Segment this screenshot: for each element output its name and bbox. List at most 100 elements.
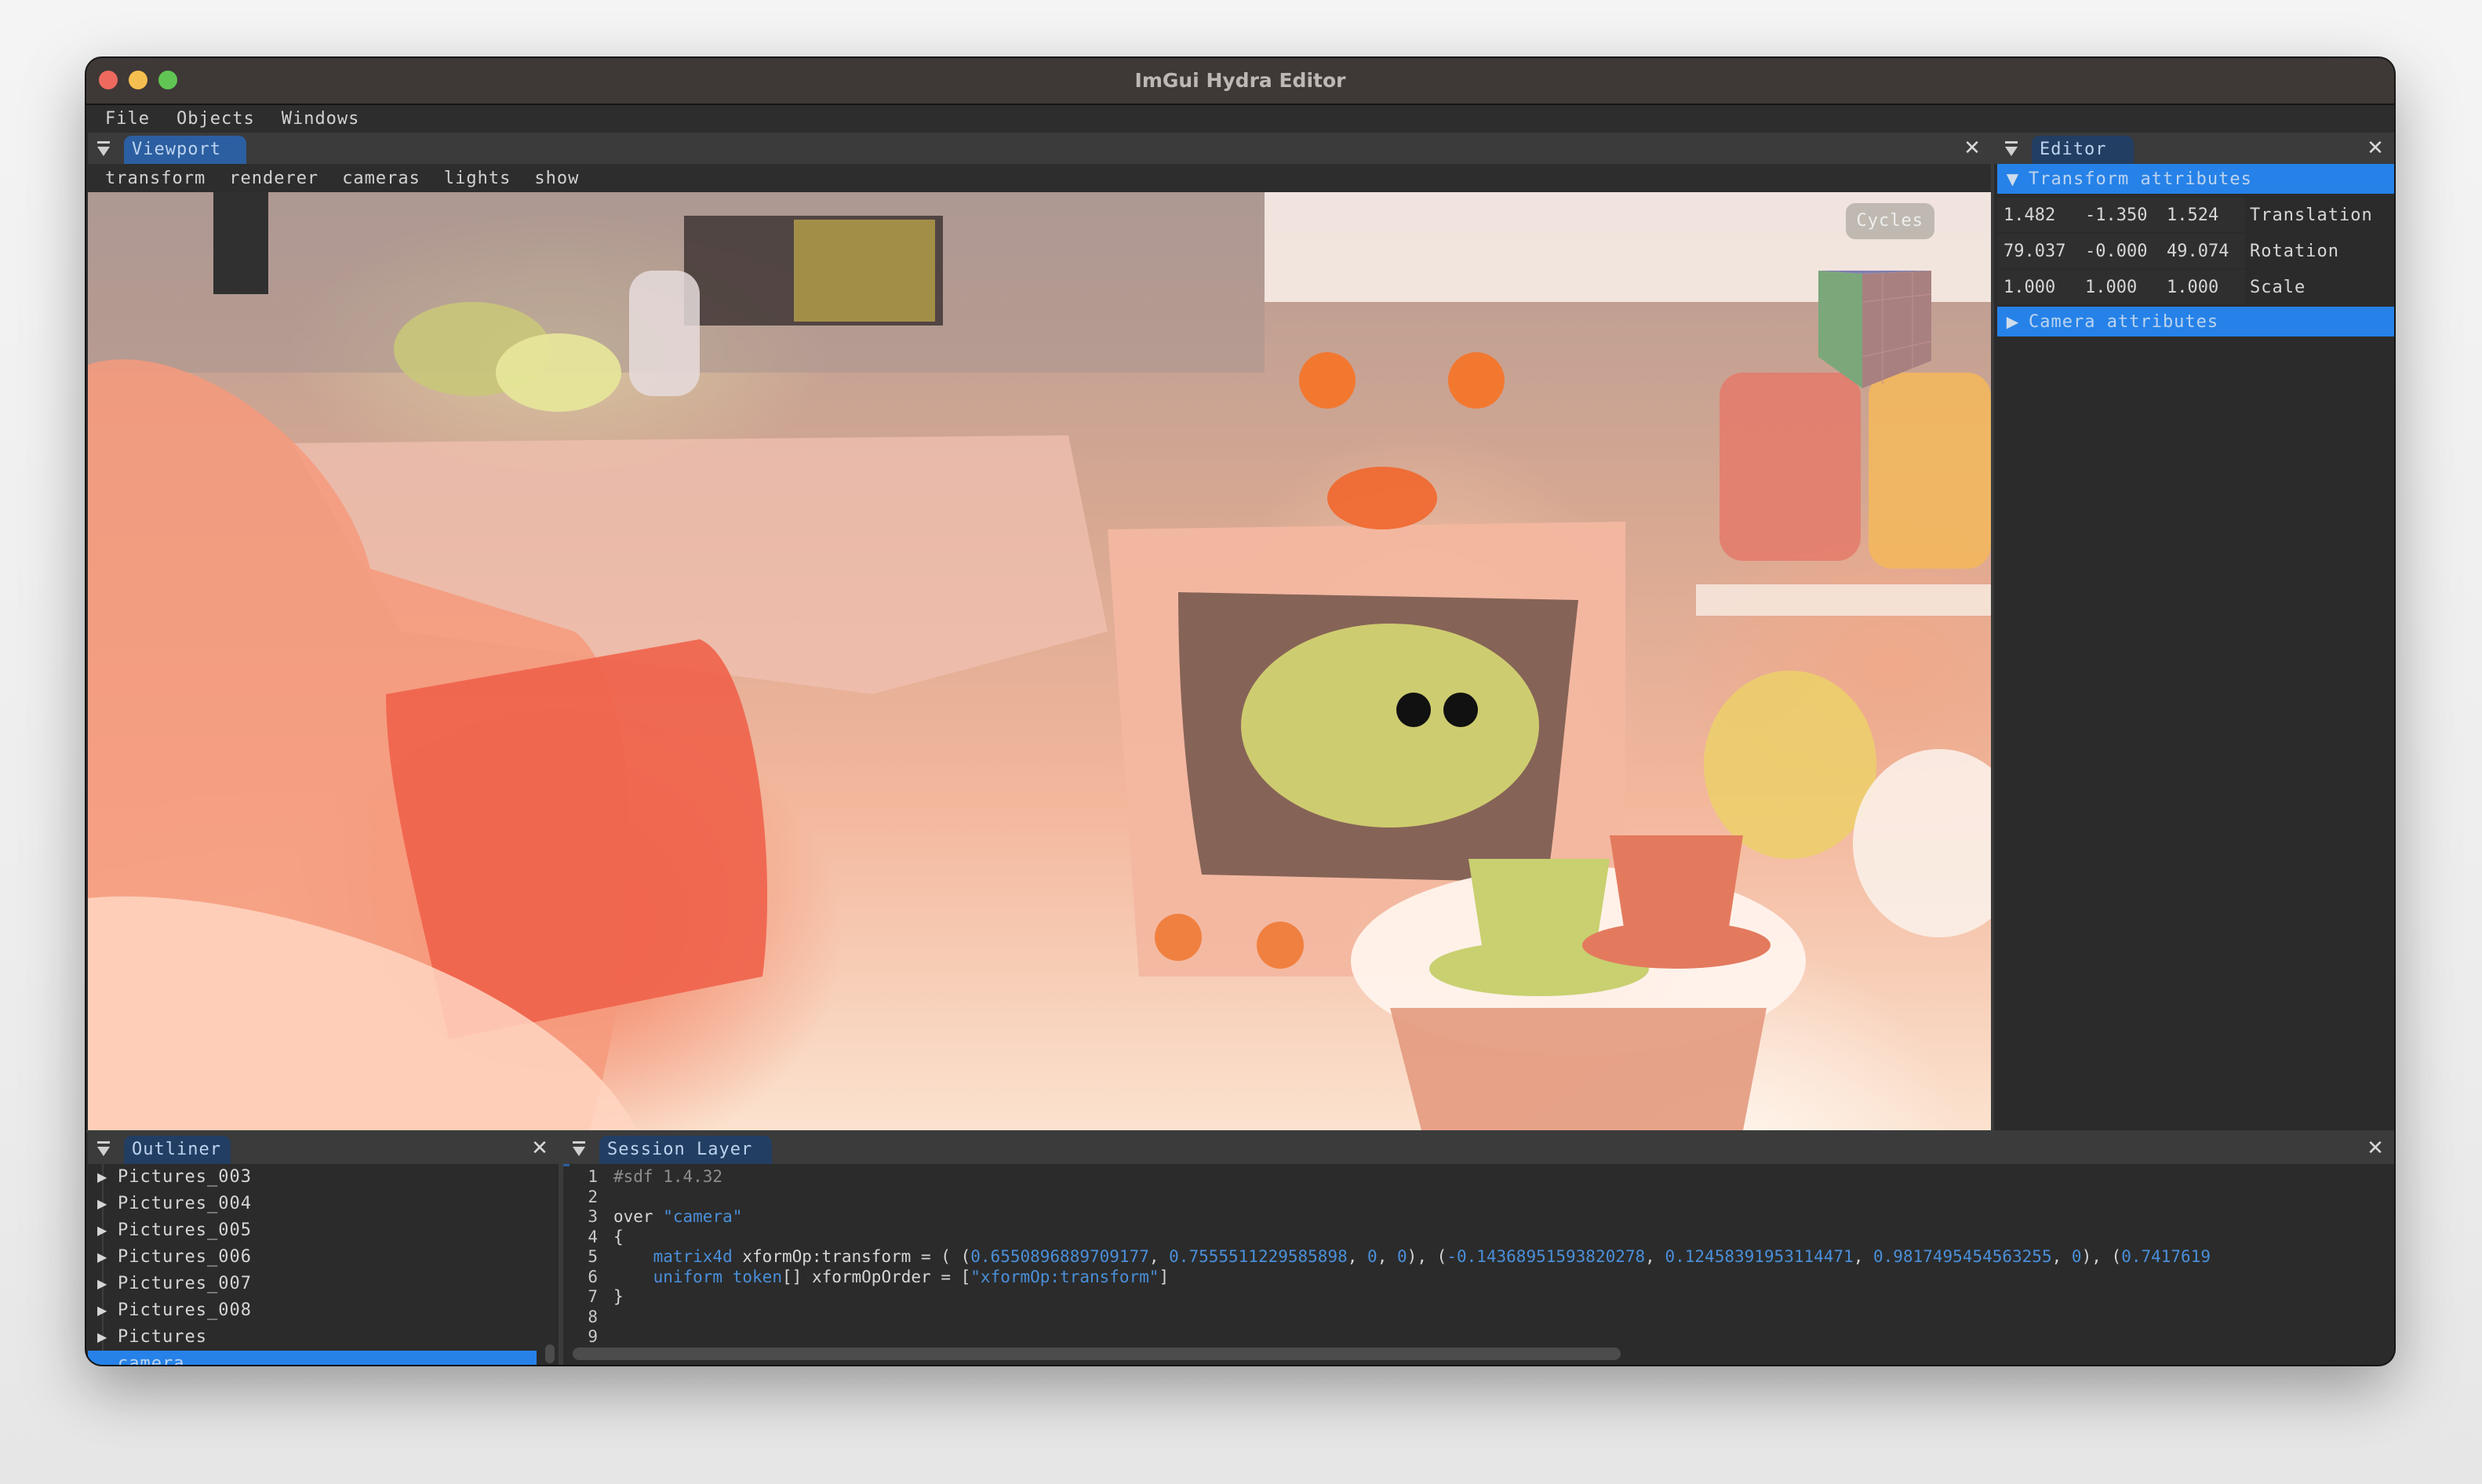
jar bbox=[1720, 373, 1861, 561]
camera-attributes-header[interactable]: ▶ Camera attributes bbox=[1997, 307, 2394, 336]
transform-attributes-header[interactable]: ▼ Transform attributes bbox=[1997, 164, 2394, 194]
outliner-item[interactable]: ▶ Pictures_006 bbox=[88, 1244, 543, 1271]
window-opening bbox=[213, 192, 268, 294]
view-cube-face-y[interactable] bbox=[1862, 271, 1931, 388]
outliner-item[interactable]: ▶ Pictures_007 bbox=[88, 1271, 543, 1297]
scale-x[interactable]: 1.000 bbox=[1997, 278, 2079, 297]
menu-file[interactable]: File bbox=[105, 109, 150, 129]
translation-x[interactable]: 1.482 bbox=[1997, 206, 2079, 225]
outliner-scroll-thumb[interactable] bbox=[545, 1344, 555, 1363]
toolbar-lights[interactable]: lights bbox=[444, 169, 511, 188]
rotation-x[interactable]: 79.037 bbox=[1997, 242, 2079, 261]
scale-row: 1.000 1.000 1.000 Scale bbox=[1997, 269, 2394, 305]
view-cube-face-x[interactable] bbox=[1818, 271, 1862, 388]
camera-attributes-label: Camera attributes bbox=[2029, 312, 2219, 332]
line-number: 9 bbox=[588, 1327, 598, 1346]
tab-editor-label: Editor bbox=[2040, 140, 2107, 159]
code-line[interactable]: 9 bbox=[570, 1327, 613, 1347]
translation-row: 1.482 -1.350 1.524 Translation bbox=[1997, 197, 2394, 233]
expand-arrow-icon[interactable]: ▶ bbox=[97, 1244, 107, 1271]
food-item bbox=[496, 333, 621, 412]
line-text: over "camera" bbox=[613, 1207, 743, 1226]
session-layer-editor[interactable]: 1 #sdf 1.4.32 2 3 over "camera" 4{5 matrix4d … bbox=[570, 1164, 2394, 1365]
line-number: 6 bbox=[588, 1267, 598, 1286]
viewport-toolbar: transform renderer cameras lights show bbox=[88, 164, 2008, 192]
code-line[interactable]: 1 #sdf 1.4.32 bbox=[570, 1167, 722, 1187]
tab-editor[interactable]: Editor bbox=[2032, 136, 2134, 164]
editor-panel: ▼ Transform attributes 1.482 -1.350 1.524… bbox=[1994, 164, 2394, 1130]
rotation-row: 79.037 -0.000 49.074 Rotation bbox=[1997, 233, 2394, 269]
code-line[interactable]: 5 matrix4d xformOp:transform = ( (0.6550… bbox=[570, 1247, 2211, 1267]
outliner-item[interactable]: ▶ Pictures_004 bbox=[88, 1191, 543, 1217]
bottom-vertical-splitter[interactable] bbox=[559, 1133, 563, 1365]
expand-arrow-icon[interactable]: ▶ bbox=[97, 1217, 107, 1244]
cat-eye bbox=[1443, 693, 1478, 727]
expand-arrow-icon[interactable]: ▶ bbox=[97, 1324, 107, 1351]
collapse-icon[interactable] bbox=[96, 1140, 111, 1158]
toolbar-cameras[interactable]: cameras bbox=[342, 169, 420, 188]
translation-z[interactable]: 1.524 bbox=[2160, 206, 2242, 225]
code-line[interactable]: 2 bbox=[570, 1188, 613, 1207]
line-text: uniform token[] xformOpOrder = ["xformOp… bbox=[653, 1267, 1170, 1286]
line-text: { bbox=[613, 1227, 624, 1246]
code-line[interactable]: 4{ bbox=[570, 1227, 624, 1247]
collapsed-arrow-icon: ▶ bbox=[2006, 312, 2020, 331]
expand-arrow-icon[interactable]: ▶ bbox=[97, 1271, 107, 1297]
toolbar-transform[interactable]: transform bbox=[105, 169, 206, 188]
menu-windows[interactable]: Windows bbox=[282, 109, 360, 129]
tab-session-layer[interactable]: Session Layer bbox=[599, 1136, 772, 1164]
menu-bar: File Objects Windows bbox=[86, 105, 2394, 132]
rotation-y[interactable]: -0.000 bbox=[2079, 242, 2160, 261]
expand-arrow-icon[interactable]: ▶ bbox=[97, 1191, 107, 1217]
tv-knob bbox=[1257, 922, 1304, 969]
expand-arrow-icon[interactable]: ▶ bbox=[97, 1297, 107, 1324]
outliner-item[interactable]: ▶ Pictures_008 bbox=[88, 1297, 543, 1324]
collapse-icon[interactable] bbox=[96, 140, 111, 158]
tab-viewport[interactable]: Viewport bbox=[124, 136, 246, 164]
antenna-base bbox=[1327, 467, 1437, 529]
view-cube-gizmo[interactable] bbox=[1818, 271, 1952, 388]
code-line[interactable]: 7} bbox=[570, 1287, 623, 1307]
picture-art bbox=[794, 220, 935, 322]
rotation-fields[interactable]: 79.037 -0.000 49.074 bbox=[1997, 234, 2245, 268]
viewport-render[interactable]: Cycles bbox=[88, 192, 1991, 1130]
session-horizontal-scrollbar[interactable] bbox=[573, 1348, 1621, 1360]
outliner-item-selected[interactable]: camera bbox=[88, 1351, 537, 1365]
tab-outliner[interactable]: Outliner bbox=[124, 1136, 231, 1164]
side-table-base bbox=[1390, 1008, 1767, 1130]
rotation-label: Rotation bbox=[2250, 241, 2339, 261]
outliner-scrollbar[interactable] bbox=[543, 1164, 557, 1365]
app-window: ImGui Hydra Editor File Objects Windows … bbox=[86, 58, 2394, 1365]
close-viewport-icon[interactable]: ✕ bbox=[1961, 137, 1983, 159]
toolbar-renderer[interactable]: renderer bbox=[229, 169, 318, 188]
rotation-z[interactable]: 49.074 bbox=[2160, 242, 2242, 261]
code-line[interactable]: 6 uniform token[] xformOpOrder = ["xform… bbox=[570, 1268, 1169, 1287]
outliner-item[interactable]: ▶ Pictures_003 bbox=[88, 1164, 543, 1191]
renderer-badge[interactable]: Cycles bbox=[1845, 203, 1934, 239]
scale-z[interactable]: 1.000 bbox=[2160, 278, 2242, 297]
menu-objects[interactable]: Objects bbox=[177, 109, 255, 129]
outliner-item[interactable]: ▶ Pictures_005 bbox=[88, 1217, 543, 1244]
scale-fields[interactable]: 1.000 1.000 1.000 bbox=[1997, 270, 2245, 304]
toolbar-show[interactable]: show bbox=[534, 169, 579, 188]
close-session-layer-icon[interactable]: ✕ bbox=[2364, 1137, 2386, 1159]
translation-fields[interactable]: 1.482 -1.350 1.524 bbox=[1997, 198, 2245, 232]
code-line[interactable]: 3 over "camera" bbox=[570, 1207, 742, 1227]
close-editor-icon[interactable]: ✕ bbox=[2364, 137, 2386, 159]
saucer bbox=[1582, 922, 1771, 969]
transform-attributes-label: Transform attributes bbox=[2029, 169, 2252, 189]
scale-y[interactable]: 1.000 bbox=[2079, 278, 2160, 297]
line-text: matrix4d xformOp:transform = ( (0.655089… bbox=[653, 1247, 2211, 1266]
scale-label: Scale bbox=[2250, 277, 2306, 297]
close-outliner-icon[interactable]: ✕ bbox=[529, 1137, 551, 1159]
line-number: 5 bbox=[588, 1247, 598, 1266]
code-line[interactable]: 8 bbox=[570, 1308, 613, 1327]
outliner-item[interactable]: ▶ Pictures bbox=[88, 1324, 543, 1351]
cat-toy bbox=[1241, 624, 1539, 827]
collapse-icon[interactable] bbox=[571, 1140, 587, 1158]
expanded-arrow-icon: ▼ bbox=[2006, 169, 2020, 188]
translation-y[interactable]: -1.350 bbox=[2079, 206, 2160, 225]
expand-arrow-icon[interactable]: ▶ bbox=[97, 1164, 107, 1191]
line-number: 2 bbox=[588, 1187, 598, 1206]
collapse-icon[interactable] bbox=[2003, 140, 2019, 158]
